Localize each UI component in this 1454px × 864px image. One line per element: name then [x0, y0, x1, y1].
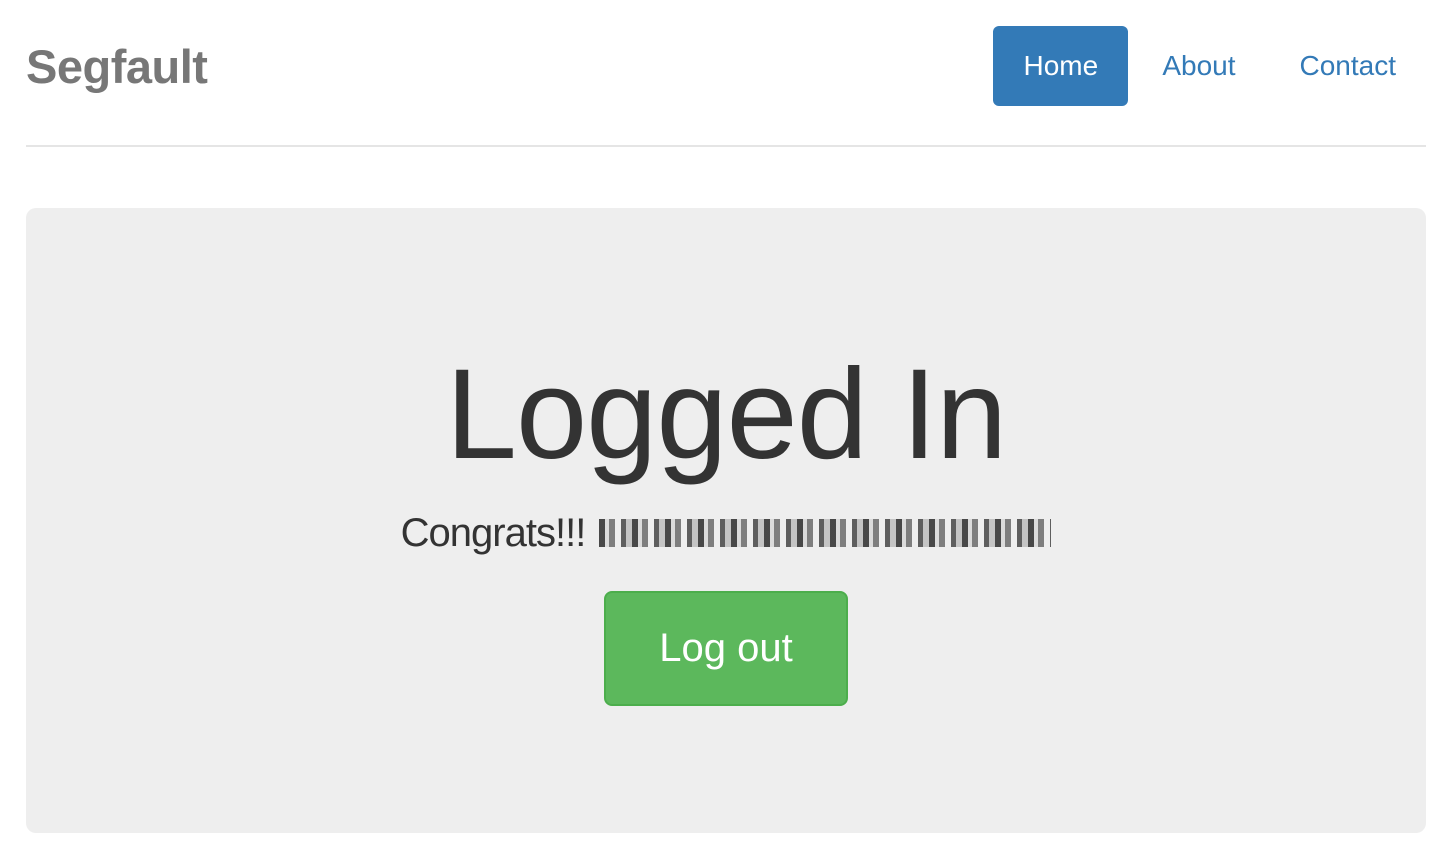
page-title: Logged In — [445, 343, 1007, 486]
nav-item-home[interactable]: Home — [993, 26, 1129, 106]
congrats-text: Congrats!!! — [400, 511, 587, 555]
redacted-token — [599, 519, 1052, 547]
page: Segfault Home About Contact Logged In Co… — [0, 0, 1454, 864]
jumbotron: Logged In Congrats!!! Log out — [26, 208, 1426, 833]
nav-item-contact[interactable]: Contact — [1270, 26, 1427, 106]
brand-logo-text[interactable]: Segfault — [26, 40, 208, 94]
nav-item-about[interactable]: About — [1132, 26, 1265, 106]
nav-pills: Home About Contact — [989, 26, 1426, 106]
congrats-message: Congrats!!! — [26, 508, 1426, 558]
logout-button[interactable]: Log out — [604, 591, 848, 706]
site-header: Segfault Home About Contact — [26, 0, 1426, 147]
